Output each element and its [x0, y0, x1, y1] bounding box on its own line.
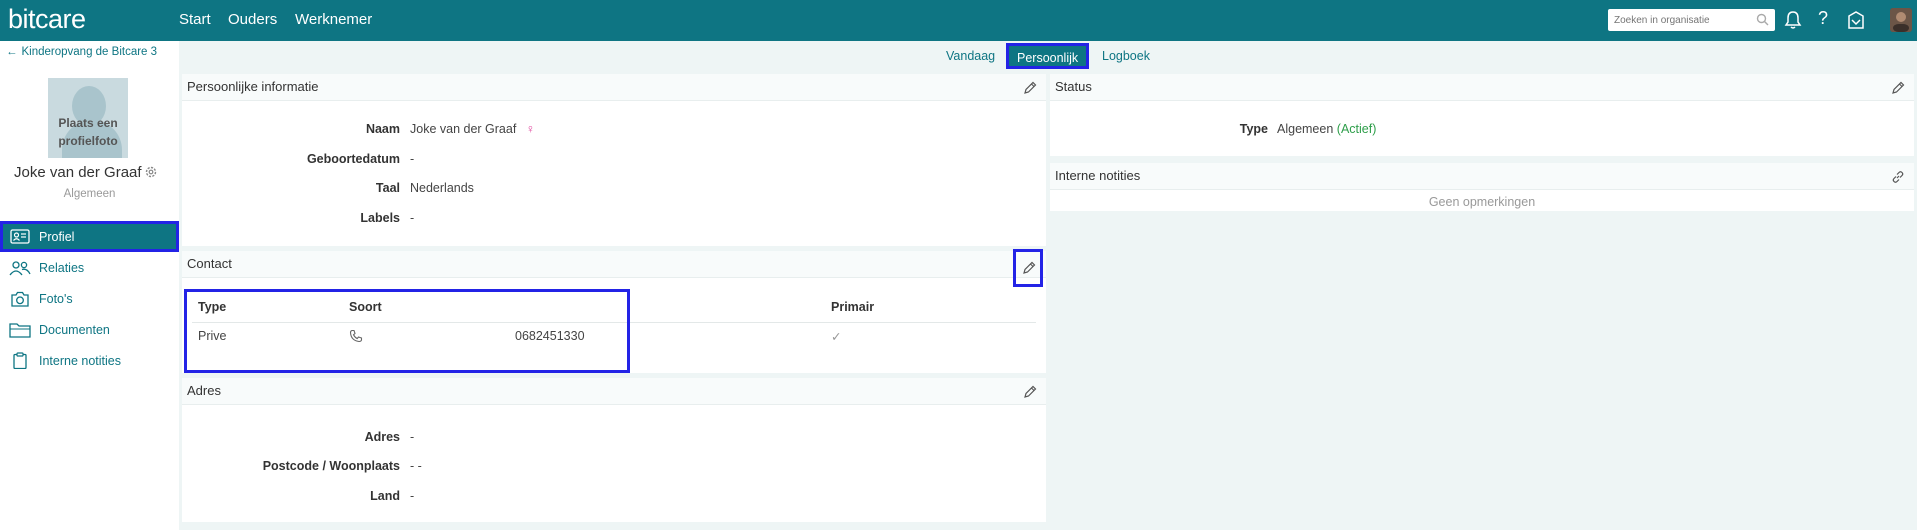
- link-icon[interactable]: [1891, 170, 1905, 189]
- tab-persoonlijk[interactable]: Persoonlijk: [1006, 43, 1090, 69]
- clipboard-icon: [9, 352, 31, 370]
- pencil-icon[interactable]: [1022, 261, 1036, 280]
- sidebar-item-documenten[interactable]: Documenten: [0, 314, 179, 345]
- primary-checkmark-icon: ✓: [831, 330, 842, 344]
- back-link-label: Kinderopvang de Bitcare 3: [21, 46, 158, 58]
- status-card: Status Type Algemeen (Actief): [1050, 74, 1914, 156]
- nav-start[interactable]: Start: [179, 11, 211, 28]
- sidebar-item-label: Profiel: [39, 229, 75, 244]
- sub-tabs: Vandaag Persoonlijk Logboek: [179, 41, 1917, 73]
- sidebar-item-relaties[interactable]: Relaties: [0, 252, 179, 283]
- internal-notes-title: Interne notities: [1050, 163, 1914, 190]
- status-type-value: Algemeen (Actief): [1277, 122, 1376, 136]
- sidebar-item-label: Foto's: [39, 291, 73, 306]
- nav-ouders[interactable]: Ouders: [228, 11, 277, 28]
- status-title: Status: [1050, 74, 1914, 101]
- field-label-naam: Naam: [365, 122, 400, 136]
- user-avatar[interactable]: [1890, 8, 1912, 32]
- column-header-primair: Primair: [831, 300, 875, 314]
- contact-card: Contact Type Soort Primair Prive 0682451…: [182, 249, 1046, 373]
- bell-icon[interactable]: [1784, 10, 1802, 35]
- gear-icon[interactable]: [144, 165, 158, 184]
- person-role: Algemeen: [63, 188, 116, 200]
- pencil-icon[interactable]: [1023, 81, 1037, 100]
- field-value-adres: -: [410, 430, 415, 444]
- id-card-icon: [9, 228, 31, 246]
- tab-vandaag[interactable]: Vandaag: [946, 49, 995, 63]
- field-label-adres: Adres: [364, 430, 400, 444]
- search-icon[interactable]: [1756, 13, 1769, 31]
- personal-info-title: Persoonlijke informatie: [182, 74, 1046, 101]
- field-label-taal: Taal: [375, 181, 400, 195]
- search-box[interactable]: [1608, 9, 1775, 31]
- female-icon: ♀: [525, 122, 536, 136]
- field-label-labels: Labels: [360, 211, 400, 225]
- sidebar-item-label: Interne notities: [39, 353, 121, 368]
- top-bar: bitcare Start Ouders Werknemer ?: [0, 0, 1917, 41]
- sidebar-item-profiel[interactable]: Profiel: [0, 221, 179, 252]
- org-icon[interactable]: [1847, 10, 1865, 35]
- field-value-land: -: [410, 489, 415, 503]
- address-title: Adres: [182, 378, 1046, 405]
- sidebar-item-label: Documenten: [39, 322, 110, 337]
- contact-row-highlight: [184, 289, 630, 373]
- pencil-icon[interactable]: [1023, 385, 1037, 404]
- search-input[interactable]: [1608, 9, 1748, 31]
- help-icon[interactable]: ?: [1818, 8, 1828, 29]
- status-type-text: Algemeen: [1277, 122, 1334, 136]
- sidebar: ← Kinderopvang de Bitcare 3 Plaats een pr…: [0, 41, 179, 530]
- status-type-label: Type: [1239, 122, 1268, 136]
- field-label-land: Land: [370, 489, 400, 503]
- internal-notes-card: Interne notities Geen opmerkingen: [1050, 163, 1914, 211]
- sidebar-item-label: Relaties: [39, 260, 85, 275]
- field-label-postcode: Postcode / Woonplaats: [262, 459, 400, 473]
- bitcare-logo[interactable]: bitcare: [8, 4, 86, 35]
- personal-info-card: Persoonlijke informatie Naam Joke van de…: [182, 74, 1046, 246]
- back-link[interactable]: ← Kinderopvang de Bitcare 3: [6, 46, 157, 58]
- side-menu: Profiel Relaties Foto's Documenten Inter…: [0, 221, 179, 376]
- nav-werknemer[interactable]: Werknemer: [295, 11, 372, 28]
- photo-label: Plaats een profielfoto: [58, 116, 118, 148]
- name-value: Joke van der Graaf: [410, 122, 517, 136]
- arrow-left-icon: ←: [6, 46, 18, 58]
- field-value-geboortedatum: -: [410, 152, 415, 166]
- people-icon: [9, 259, 31, 277]
- empty-notes-text: Geen opmerkingen: [1428, 195, 1536, 209]
- sidebar-item-interne-notities[interactable]: Interne notities: [0, 345, 179, 376]
- pencil-icon[interactable]: [1891, 81, 1905, 100]
- field-value-postcode: - -: [410, 459, 422, 473]
- field-value-labels: -: [410, 211, 415, 225]
- folder-icon: [9, 321, 31, 339]
- status-badge: (Actief): [1336, 122, 1377, 136]
- field-value-naam: Joke van der Graaf ♀: [410, 122, 535, 136]
- camera-icon: [9, 290, 31, 308]
- profile-photo-placeholder[interactable]: Plaats een profielfoto: [48, 78, 128, 158]
- address-card: Adres Adres - Postcode / Woonplaats - - …: [182, 378, 1046, 522]
- person-name: Joke van der Graaf: [14, 164, 142, 181]
- field-value-taal: Nederlands: [410, 181, 474, 195]
- sidebar-item-fotos[interactable]: Foto's: [0, 283, 179, 314]
- contact-title: Contact: [182, 251, 1046, 278]
- field-label-geboortedatum: Geboortedatum: [306, 152, 400, 166]
- tab-logboek[interactable]: Logboek: [1102, 49, 1150, 63]
